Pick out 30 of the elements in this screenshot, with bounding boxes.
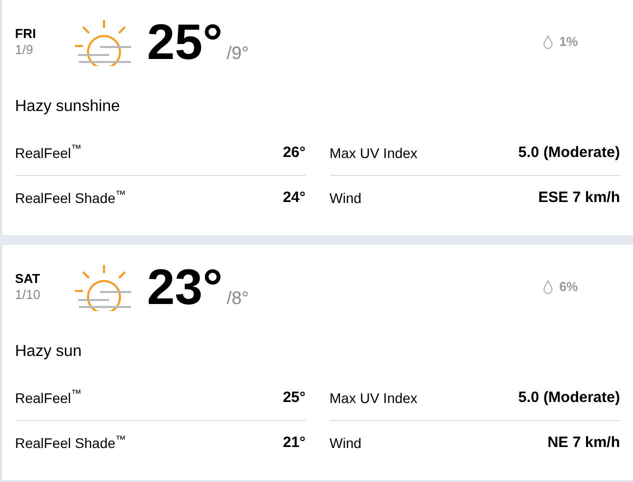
high-temperature: 25°: [147, 18, 223, 66]
detail-label: Wind: [330, 434, 362, 453]
detail-value: NE 7 km/h: [547, 433, 620, 454]
precipitation-chance: 1%: [559, 33, 578, 51]
detail-value: 5.0 (Moderate): [518, 142, 620, 163]
detail-label: RealFeel$^{™}$: [15, 388, 82, 408]
raindrop-icon: [543, 34, 554, 49]
date-label: 1/9: [15, 42, 34, 58]
detail-label: RealFeel$^{™}$: [15, 142, 82, 162]
date-label: 1/10: [15, 287, 42, 303]
raindrop-icon: [543, 280, 554, 294]
low-temperature: /9°: [226, 42, 249, 65]
weather-phrase: Hazy sun: [15, 342, 83, 362]
detail-value: 26°: [282, 142, 306, 163]
weather-phrase: Hazy sunshine: [15, 97, 121, 117]
detail-value: ESE 7 km/h: [538, 188, 620, 208]
day-label: FRI: [15, 26, 37, 42]
detail-label: Max UV Index: [330, 388, 418, 408]
detail-value: 25°: [282, 388, 306, 408]
detail-label: RealFeel Shade$^{™}$: [15, 188, 126, 208]
precipitation-chance: 6%: [559, 278, 578, 296]
high-temperature: 23°: [147, 263, 223, 311]
detail-label: Max UV Index: [330, 144, 418, 162]
low-temperature: /8°: [226, 287, 249, 310]
day-label: SAT: [15, 271, 42, 287]
detail-label: RealFeel Shade$^{™}$: [15, 433, 126, 453]
detail-value: 5.0 (Moderate): [518, 388, 620, 408]
detail-label: Wind: [330, 189, 362, 208]
detail-value: 21°: [282, 433, 306, 454]
detail-value: 24°: [282, 188, 306, 208]
